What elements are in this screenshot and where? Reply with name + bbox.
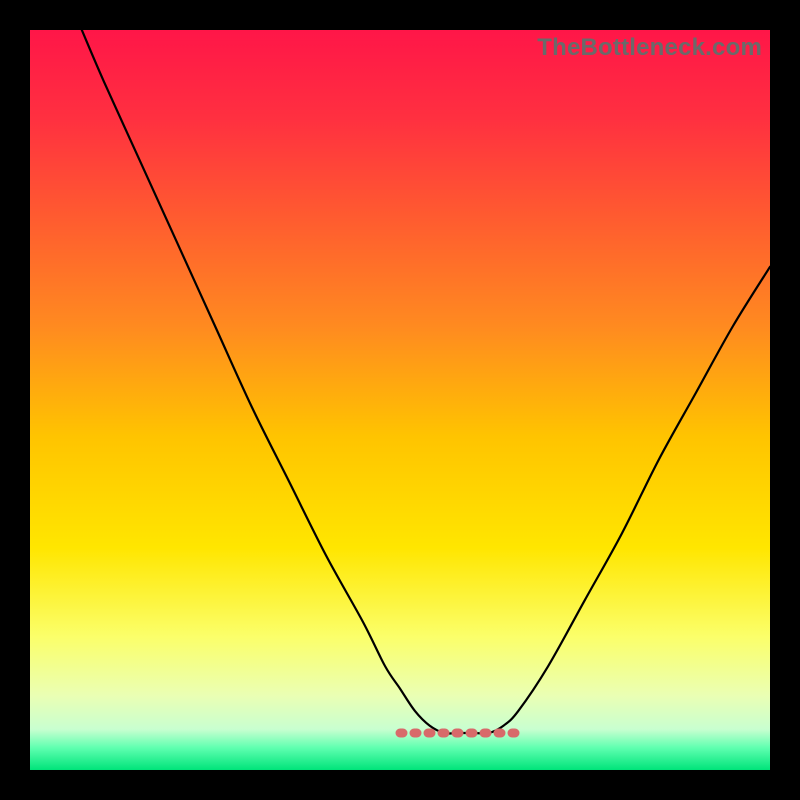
curve-layer [30, 30, 770, 770]
watermark-text: TheBottleneck.com [537, 34, 762, 62]
bottleneck-curve [82, 30, 770, 734]
chart-stage: TheBottleneck.com [0, 0, 800, 800]
plot-area: TheBottleneck.com [30, 30, 770, 770]
